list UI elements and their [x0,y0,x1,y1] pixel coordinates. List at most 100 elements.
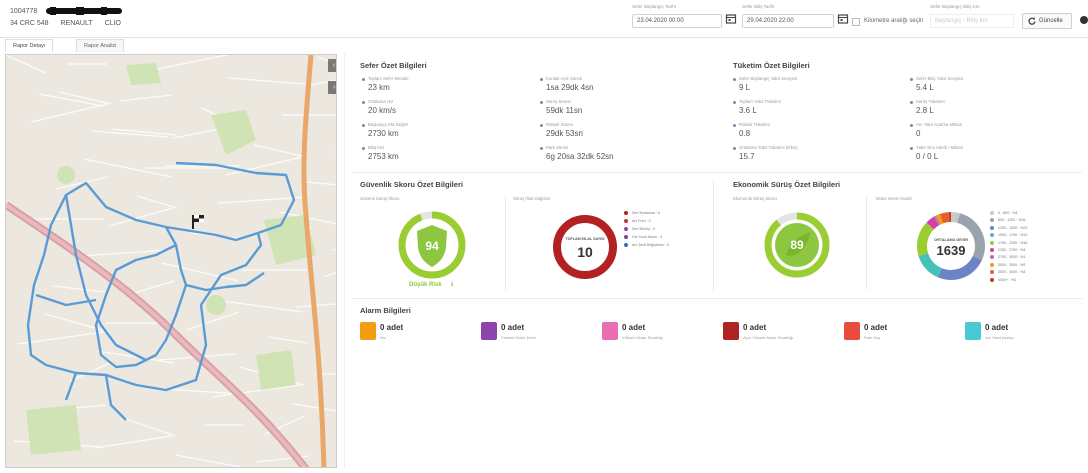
km-range-input[interactable]: Başlangıç - Bitiş km [930,14,1014,28]
report-header: 1004778 34 CRC 548 RENAULT CLIO Sefer Ba… [0,0,1088,38]
summary-item-label: Sefer Bitiş Yakıt Seviyesi [910,76,1080,82]
start-date-input[interactable]: 23.04.2020 00:00 [632,14,722,28]
legend-item: 4000+ : %1 [990,278,1016,282]
map-collapse-button[interactable]: ‹ [328,59,336,72]
alarm-item: 0 adet Yüksek Motor Sıcaklığı [602,322,722,344]
summary-item-value: 15.7 [739,152,755,161]
km-range-group: Sefer Başlangıç Bitiş Km Başlangıç - Bit… [930,4,1014,28]
tab-report-analysis[interactable]: Rapor Analizi [76,39,125,52]
summary-item-value: 2.8 L [916,106,934,115]
summary-item-value: 20 km/s [368,106,397,115]
km-range-checkbox[interactable] [852,18,860,26]
route-map[interactable]: ‹ › [5,54,337,468]
summary-item: Başlangıç KM Değeri 2730 km [362,122,532,138]
calendar-icon[interactable] [836,12,850,26]
vehicle-id: 1004778 [10,8,38,15]
summary-item-value: 59dk 11sn [546,106,583,115]
legend-label: 2250 - 2750 : %4 [998,248,1026,252]
alarm-count: 0 adet [380,323,404,332]
vehicle-info: 34 CRC 548 RENAULT CLIO [10,20,131,27]
legend-label: 0 - 800 : %4 [998,211,1018,215]
consumption-summary-title: Tüketim Özet Bilgileri [733,61,810,70]
legend-item: Ani Fren : 0 [624,219,651,224]
summary-item-value: 9 L [739,83,751,92]
summary-item: Toplam Yakıt Tüketimi 3.6 L [733,99,903,115]
legend-dot [624,227,628,232]
legend-dot [624,211,628,216]
risk-text: Düşük Risk [409,282,442,288]
summary-item: Rölanti Süresi 29dk 53sn [540,122,710,138]
summary-item-label: Rölanti Süresi [540,122,710,128]
legend-dot [990,218,994,223]
start-date-group: Sefer Başlangıç Tarihi 23.04.2020 00:00 [632,4,722,28]
alarm-count: 0 adet [743,323,767,332]
summary-item: Ortalama Hız 20 km/s [362,99,532,115]
end-date-input[interactable]: 29.04.2020 22:00 [742,14,834,28]
panel-separator [344,54,345,468]
divider [713,180,714,292]
map-expand-button[interactable]: › [328,81,336,94]
violation-total: 10 [577,244,593,260]
km-range-check-label: Kilometre aralığı seçin [864,18,924,24]
rpm-average: 1639 [937,243,966,258]
summary-item-value: 6g 20sa 32dk 52sn [546,152,614,161]
summary-item-label: Yakıt Alım Adedi / Miktarı [910,145,1080,151]
divider [866,196,867,290]
alarms-title: Alarm Bilgileri [360,306,411,315]
legend-item: Hız Sınırı Aşımı : 4 [624,235,662,240]
summary-item: Park Süresi 6g 20sa 32dk 52sn [540,145,710,161]
legend-dot [624,243,628,248]
legend-dot [990,248,994,253]
start-date-label: Sefer Başlangıç Tarihi [632,4,676,9]
legend-item: 1500 - 1750 : %13 [990,233,1027,238]
alarm-name: Park Dışı [864,335,881,340]
legend-item: 0 - 800 : %4 [990,211,1018,216]
summary-item-label: Başlangıç KM Değeri [362,122,532,128]
violation-dist-label: Sürüş Ihlal Dağılımı [513,196,551,201]
alarm-icon [965,322,981,340]
legend-item: 3500 - 4000 : %4 [990,270,1026,275]
summary-item-label: Sefer Başlangıç Yakıt Seviyesi [733,76,903,82]
legend-label: 3500 - 4000 : %4 [998,270,1026,275]
alarm-item: 0 adet Yüksek Motor Devri [481,322,601,344]
more-icon[interactable] [1079,14,1088,26]
summary-item-label: Rölanti Tüketimi [733,122,903,128]
summary-item: Bitiş KM 2753 km [362,145,532,161]
legend-label: 4000+ : %1 [998,277,1017,282]
summary-item: Sürüş Süresi 59dk 11sn [540,99,710,115]
alarm-item: 0 adet Aşırı Yüksek Motor Sıcaklığı [723,322,843,344]
rpm-donut: ORTALAMA DEVİR 1639 [917,212,985,280]
summary-item: Rölanti Tüketimi 0.8 [733,122,903,138]
safety-score-value: 94 [425,239,439,253]
summary-item: Sefer Bitiş Yakıt Seviyesi 5.4 L [910,76,1080,92]
summary-item: Sürüş Tüketimi 2.8 L [910,99,1080,115]
violation-ring: TOPLAM IHLAL SAYISI 10 [553,215,617,279]
info-icon[interactable]: ℹ [451,281,453,288]
divider [352,298,1082,299]
alarm-item: 0 adet Anı Yakıt Azalışı [965,322,1085,344]
rpm-analysis-label: Motor Devri Analizi [876,196,912,201]
eco-title: Ekonomik Sürüş Özet Bilgileri [733,180,841,189]
alarm-icon [481,322,497,340]
eco-score-label: Ekonomik Sürüş Skoru [733,196,777,201]
summary-item-label: Sürüş Süresi [540,99,710,105]
legend-dot [990,211,994,216]
km-range-label: Sefer Başlangıç Bitiş Km [930,4,980,9]
legend-label: Hız Sınırı Aşımı : 4 [632,235,662,239]
calendar-icon[interactable] [724,12,738,26]
model: CLIO [104,20,121,27]
summary-item: Kontak Açık Süresi 1sa 29dk 4sn [540,76,710,92]
alarm-count: 0 adet [864,323,888,332]
summary-item-value: 29dk 53sn [546,129,583,138]
refresh-button[interactable]: Güncelle [1022,13,1072,29]
legend-item: 2750 - 3000 : %1 [990,255,1025,260]
legend-item: Sert Dönüş : 0 [624,227,655,232]
legend-label: 1200 - 1500 : %23 [998,225,1028,230]
tab-report-detail[interactable]: Rapor Detayı [5,39,54,52]
alarm-name: Anı Yakıt Azalışı [985,335,1014,340]
legend-dot [990,270,994,275]
end-date-label: Sefer Bitiş Tarihi [742,4,775,9]
legend-dot [624,219,628,224]
legend-label: 3000 - 3500 : %2 [998,262,1026,267]
legend-item: 1200 - 1500 : %23 [990,226,1027,230]
